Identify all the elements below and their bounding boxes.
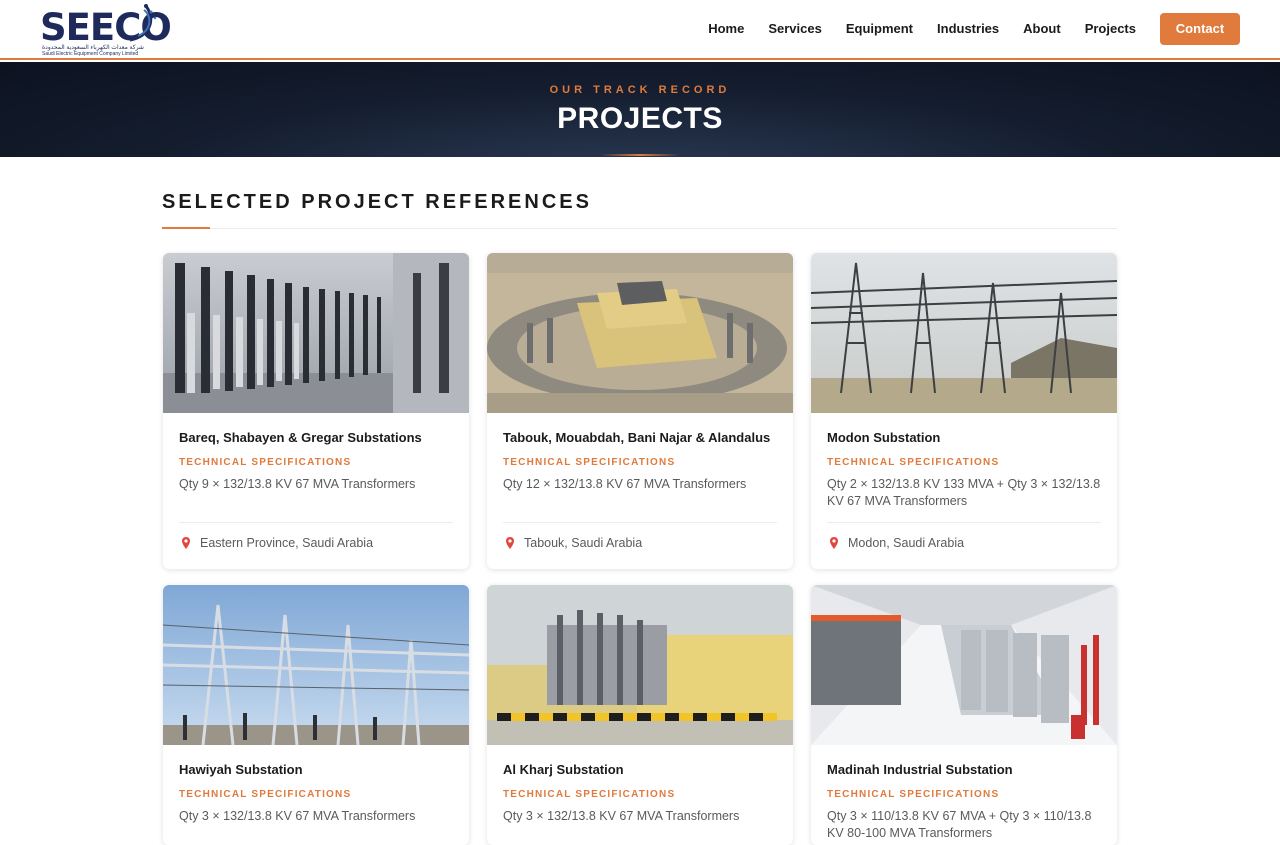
project-card[interactable]: Hawiyah Substation TECHNICAL SPECIFICATI… — [163, 585, 469, 845]
project-name: Madinah Industrial Substation — [827, 762, 1013, 777]
gantry-structures-photo — [163, 585, 469, 745]
project-name: Hawiyah Substation — [179, 762, 303, 777]
logo-english-line: Saudi Electric Equipment Company Limited — [42, 51, 139, 57]
page-title: PROJECTS — [557, 102, 723, 135]
contact-button[interactable]: Contact — [1160, 13, 1240, 45]
section-title: SELECTED PROJECT REFERENCES — [162, 191, 592, 213]
location-pin-icon — [506, 537, 514, 549]
section-divider — [162, 228, 1117, 229]
project-card[interactable]: Modon Substation TECHNICAL SPECIFICATION… — [811, 253, 1117, 569]
section-accent-bar — [162, 227, 210, 229]
project-card[interactable]: Al Kharj Substation TECHNICAL SPECIFICAT… — [487, 585, 793, 845]
project-name: Al Kharj Substation — [503, 762, 624, 777]
nav-equipment[interactable]: Equipment — [846, 13, 913, 45]
project-name: Tabouk, Mouabdah, Bani Najar & Alandalus — [503, 430, 771, 445]
card-divider — [179, 522, 453, 523]
page-hero: OUR TRACK RECORD PROJECTS — [0, 62, 1280, 157]
project-name: Bareq, Shabayen & Gregar Substations — [179, 430, 422, 445]
spec-label: TECHNICAL SPECIFICATIONS — [179, 789, 352, 800]
transmission-towers-photo — [811, 253, 1117, 413]
location-pin-icon — [830, 537, 838, 549]
hero-eyebrow: OUR TRACK RECORD — [549, 84, 731, 96]
project-location: Tabouk, Saudi Arabia — [524, 536, 643, 550]
project-card[interactable]: Madinah Industrial Substation TECHNICAL … — [811, 585, 1117, 845]
site-header: SEECO شركة معدات الكهرباء السعودية المحد… — [0, 0, 1280, 60]
spec-label: TECHNICAL SPECIFICATIONS — [503, 789, 676, 800]
spec-label: TECHNICAL SPECIFICATIONS — [827, 789, 1000, 800]
logo-arc-icon — [129, 4, 157, 42]
nav-about[interactable]: About — [1023, 13, 1061, 45]
hero-accent-line — [600, 154, 680, 156]
project-card[interactable]: Tabouk, Mouabdah, Bani Najar & Alandalus… — [487, 253, 793, 569]
substation-bushings-photo — [163, 253, 469, 413]
switchgear-room-photo — [811, 585, 1117, 745]
project-spec: Qty 3 × 110/13.8 KV 67 MVA + Qty 3 × 110… — [827, 809, 1092, 840]
card-divider — [503, 522, 777, 523]
spec-label: TECHNICAL SPECIFICATIONS — [179, 457, 352, 468]
card-divider — [827, 522, 1101, 523]
project-location: Eastern Province, Saudi Arabia — [200, 536, 374, 550]
spec-label: TECHNICAL SPECIFICATIONS — [503, 457, 676, 468]
project-card[interactable]: Bareq, Shabayen & Gregar Substations TEC… — [163, 253, 469, 569]
nav-projects[interactable]: Projects — [1085, 13, 1136, 45]
transformer-yard-photo — [487, 585, 793, 745]
project-spec: Qty 2 × 132/13.8 KV 133 MVA + Qty 3 × 13… — [827, 477, 1101, 508]
project-location: Modon, Saudi Arabia — [848, 536, 965, 550]
location-pin-icon — [182, 537, 190, 549]
project-spec: Qty 9 × 132/13.8 KV 67 MVA Transformers — [179, 477, 416, 491]
seeco-logo[interactable]: SEECO شركة معدات الكهرباء السعودية المحد… — [40, 4, 172, 58]
project-spec: Qty 12 × 132/13.8 KV 67 MVA Transformers — [503, 477, 747, 491]
nav-home[interactable]: Home — [708, 13, 744, 45]
nav-industries[interactable]: Industries — [937, 13, 999, 45]
logo-arabic-line: شركة معدات الكهرباء السعودية المحدودة — [42, 45, 144, 51]
substation-aerial-photo — [487, 253, 793, 413]
main-nav: Home Services Equipment Industries About… — [684, 13, 1240, 45]
project-spec: Qty 3 × 132/13.8 KV 67 MVA Transformers — [503, 809, 740, 823]
project-spec: Qty 3 × 132/13.8 KV 67 MVA Transformers — [179, 809, 416, 823]
spec-label: TECHNICAL SPECIFICATIONS — [827, 457, 1000, 468]
nav-services[interactable]: Services — [768, 13, 822, 45]
project-name: Modon Substation — [827, 430, 941, 445]
